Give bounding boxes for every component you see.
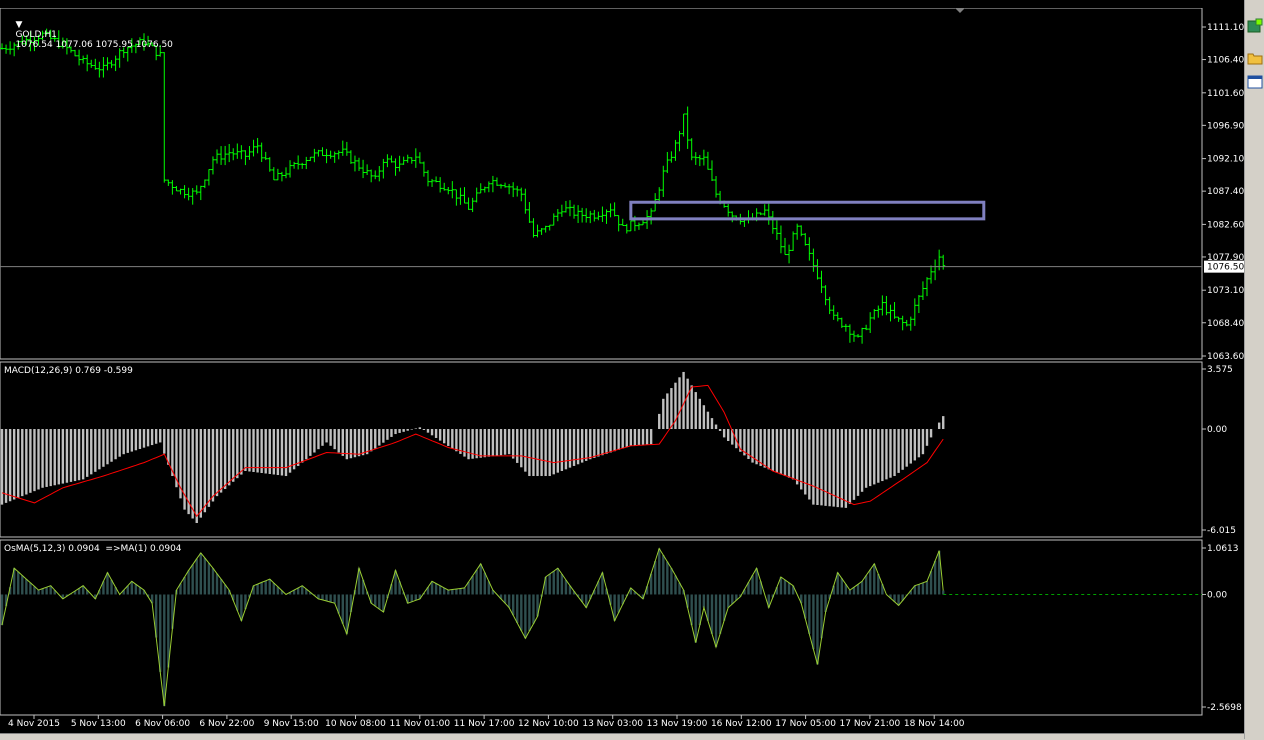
chart-background bbox=[0, 0, 1244, 739]
price-ytick-label: 1068.40 bbox=[1207, 319, 1244, 329]
chart-window[interactable]: 1111.10 1106.40 1101.60 1096.90 1092.10 1087.… bbox=[0, 0, 1264, 740]
price-ytick-label: 1106.40 bbox=[1207, 56, 1244, 66]
time-tick-label: 11 Nov 01:00 bbox=[389, 719, 450, 729]
price-ytick-label: 1087.40 bbox=[1207, 187, 1244, 197]
time-tick-label: 13 Nov 19:00 bbox=[647, 719, 708, 729]
price-ytick-label: 1063.60 bbox=[1207, 352, 1244, 362]
osma-ytick-label: 1.0613 bbox=[1207, 544, 1239, 554]
chevron-down-icon[interactable]: ▼ bbox=[15, 20, 22, 30]
time-tick-label: 10 Nov 08:00 bbox=[325, 719, 386, 729]
macd-ytick-label: 0.00 bbox=[1207, 425, 1227, 435]
symbol-title: GOLD,H1 bbox=[15, 30, 57, 40]
time-tick-label: 17 Nov 21:00 bbox=[840, 719, 901, 729]
price-ytick-label: 1082.60 bbox=[1207, 220, 1244, 230]
price-pane-title: ▼ GOLD,H1 1076.54 1077.06 1075.95 1076.5… bbox=[4, 10, 173, 60]
right-toolbar bbox=[1244, 0, 1264, 739]
time-tick-label: 18 Nov 14:00 bbox=[904, 719, 965, 729]
time-tick-label: 12 Nov 10:00 bbox=[518, 719, 579, 729]
price-ytick-label: 1111.10 bbox=[1207, 23, 1244, 33]
time-tick-label: 16 Nov 12:00 bbox=[711, 719, 772, 729]
folder-icon[interactable] bbox=[1247, 50, 1263, 66]
ohlc-values: 1076.54 1077.06 1075.95 1076.50 bbox=[15, 40, 173, 50]
time-tick-label: 11 Nov 17:00 bbox=[454, 719, 515, 729]
price-ytick-label: 1096.90 bbox=[1207, 121, 1244, 131]
chart-canvas[interactable]: 1111.10 1106.40 1101.60 1096.90 1092.10 1087.… bbox=[0, 0, 1244, 739]
time-tick-label: 9 Nov 15:00 bbox=[264, 719, 319, 729]
osma-ytick-label: 0.00 bbox=[1207, 590, 1227, 600]
time-tick-label: 6 Nov 22:00 bbox=[199, 719, 254, 729]
current-price-label: 1076.50 bbox=[1207, 263, 1244, 273]
window-icon[interactable] bbox=[1247, 74, 1263, 90]
price-ytick-label: 1073.10 bbox=[1207, 286, 1244, 296]
time-tick-label: 4 Nov 2015 bbox=[8, 719, 60, 729]
time-tick-label: 17 Nov 05:00 bbox=[775, 719, 836, 729]
top-gap bbox=[0, 0, 1244, 8]
price-ytick-label: 1101.60 bbox=[1207, 89, 1244, 99]
time-tick-label: 13 Nov 03:00 bbox=[582, 719, 643, 729]
time-tick-label: 5 Nov 13:00 bbox=[71, 719, 126, 729]
macd-pane-title: MACD(12,26,9) 0.769 -0.599 bbox=[4, 366, 133, 376]
osma-pane-title: OsMA(5,12,3) 0.0904 =>MA(1) 0.0904 bbox=[4, 544, 182, 554]
price-ytick-label: 1092.10 bbox=[1207, 155, 1244, 165]
osma-ytick-label: -2.5698 bbox=[1207, 703, 1242, 713]
time-tick-label: 6 Nov 06:00 bbox=[135, 719, 190, 729]
new-order-icon[interactable] bbox=[1247, 18, 1263, 34]
macd-ytick-label: 3.575 bbox=[1207, 365, 1233, 375]
macd-ytick-label: -6.015 bbox=[1207, 526, 1236, 536]
